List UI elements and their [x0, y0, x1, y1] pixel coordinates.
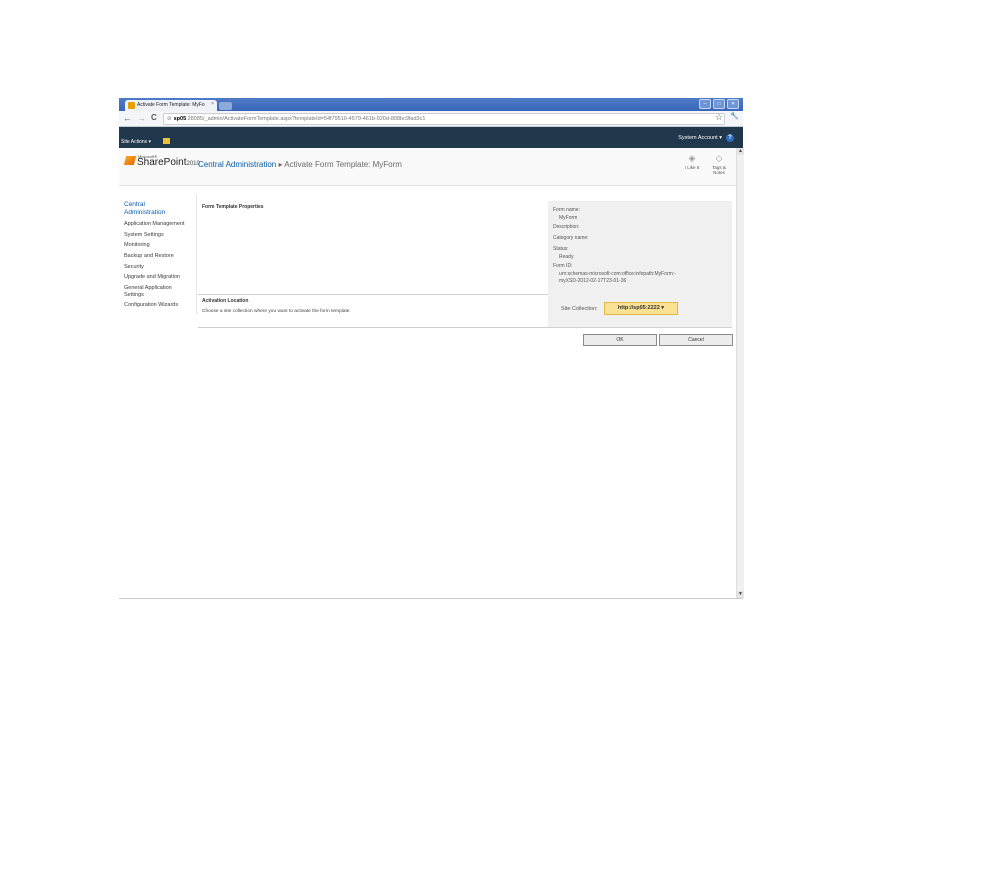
tag-icon: ◇ [715, 153, 723, 163]
form-template-properties-section: Form Template Properties Form name: MyFo… [198, 201, 732, 295]
url-host: sp05 [173, 116, 187, 122]
nav-configuration-wizards[interactable]: Configuration Wizards [124, 302, 178, 308]
properties-panel: Form name: MyForm Description: Category … [548, 201, 732, 294]
page-title: Activate Form Template: MyForm [284, 160, 402, 169]
tab-title: Activate Form Template: MyFo [137, 102, 205, 108]
activation-location-section: Activation Location Choose a site collec… [198, 294, 732, 328]
nav-application-management[interactable]: Application Management [124, 221, 185, 227]
i-like-it-button[interactable]: ◈ I Like It [681, 153, 703, 170]
section-title-properties: Form Template Properties [202, 204, 264, 210]
nav-security[interactable]: Security [124, 264, 144, 270]
form-name-label: Form name: [553, 207, 580, 213]
minimize-button[interactable]: – [699, 99, 711, 109]
nav-general-app-settings-2[interactable]: Settings [124, 292, 144, 298]
tab-close-icon[interactable]: × [211, 101, 214, 107]
status-value: Ready [559, 254, 574, 260]
logo-sharepoint: SharePoint [137, 157, 187, 168]
activation-description: Choose a site collection where you want … [202, 309, 351, 314]
page-header: Microsoft® SharePoint2010 Central Admini… [119, 148, 736, 186]
category-label: Category name: [553, 235, 589, 241]
forward-arrow-icon[interactable]: → [137, 113, 146, 123]
sharepoint-favicon-icon [128, 102, 135, 109]
thumbs-up-icon: ◈ [688, 153, 696, 163]
nav-system-settings[interactable]: System Settings [124, 232, 164, 238]
form-id-value-2: myXSD-2012-02-17T23-01-36 [559, 278, 627, 284]
bookmark-star-icon[interactable]: ☆ [715, 112, 723, 123]
activation-control-panel: Site Collection: http://sp05:2222 ▾ [548, 294, 732, 327]
form-id-value-1: urn:schemas-microsoft-com:office:infopat… [559, 271, 676, 277]
site-actions-menu[interactable]: Site Actions ▾ [121, 139, 151, 145]
breadcrumb-central-admin[interactable]: Central Administration [198, 160, 276, 169]
i-like-it-label: I Like It [684, 165, 700, 170]
close-window-button[interactable]: ✕ [727, 99, 739, 109]
reload-icon[interactable]: C [151, 113, 157, 122]
cancel-button[interactable]: Cancel [659, 334, 733, 346]
wrench-menu-icon[interactable]: 🔧 [730, 112, 739, 120]
sharepoint-ribbon: Site Actions ▾ System Account ▾ [119, 127, 743, 148]
browser-tab[interactable]: Activate Form Template: MyFo × [125, 100, 217, 111]
sharepoint-logo-icon [123, 156, 137, 165]
navigate-up-icon[interactable] [163, 138, 170, 144]
main-content: Form Template Properties Form name: MyFo… [198, 201, 732, 328]
section-title-activation: Activation Location [202, 298, 249, 304]
url-path: :28085/_admin/ActivateFormTemplate.aspx?… [186, 116, 426, 122]
logo-text: SharePoint2010 [137, 157, 200, 168]
new-tab-button[interactable] [219, 102, 232, 110]
site-collection-label: Site Collection: [561, 306, 598, 312]
ok-button[interactable]: OK [583, 334, 657, 346]
form-name-value: MyForm [559, 215, 578, 221]
scroll-down-icon[interactable]: ▼ [737, 591, 744, 598]
site-collection-picker[interactable]: http://sp05:2222 ▾ [604, 302, 678, 315]
window-controls: – □ ✕ [699, 99, 739, 109]
browser-window: Activate Form Template: MyFo × – □ ✕ ← →… [119, 98, 744, 599]
breadcrumb-separator-icon: ▸ [278, 160, 283, 169]
address-bar[interactable]: ⊘ sp05:28085/_admin/ActivateFormTemplate.… [163, 113, 725, 125]
breadcrumb: Central Administration ▸ Activate Form T… [198, 160, 402, 169]
nav-monitoring[interactable]: Monitoring [124, 242, 150, 248]
tags-notes-button[interactable]: ◇ Tags & Notes [708, 153, 730, 175]
vertical-scrollbar[interactable]: ▲ ▼ [736, 148, 744, 598]
tags-notes-label-2: Notes [713, 170, 725, 175]
nav-central-admin-2[interactable]: Administration [124, 209, 165, 216]
help-icon[interactable]: ? [726, 134, 734, 142]
system-account-menu[interactable]: System Account ▾ [678, 135, 722, 141]
page-info-icon[interactable]: ⊘ [167, 116, 172, 122]
sharepoint-logo[interactable]: Microsoft® SharePoint2010 [123, 154, 200, 170]
title-bar: Activate Form Template: MyFo × – □ ✕ [119, 98, 743, 111]
quick-launch: Central Administration Application Manag… [119, 194, 197, 314]
maximize-button[interactable]: □ [713, 99, 725, 109]
nav-general-app-settings-1[interactable]: General Application [124, 285, 172, 291]
nav-central-admin-1[interactable]: Central [124, 201, 145, 208]
form-id-label: Form ID: [553, 263, 573, 269]
nav-backup-restore[interactable]: Backup and Restore [124, 253, 174, 259]
scroll-up-icon[interactable]: ▲ [737, 148, 744, 155]
back-arrow-icon[interactable]: ← [123, 113, 132, 123]
description-label: Description: [553, 224, 580, 230]
nav-upgrade-migration[interactable]: Upgrade and Migration [124, 274, 180, 280]
browser-toolbar: ← → C ⊘ sp05:28085/_admin/ActivateFormTem… [119, 111, 743, 127]
status-label: Status: [553, 246, 569, 252]
